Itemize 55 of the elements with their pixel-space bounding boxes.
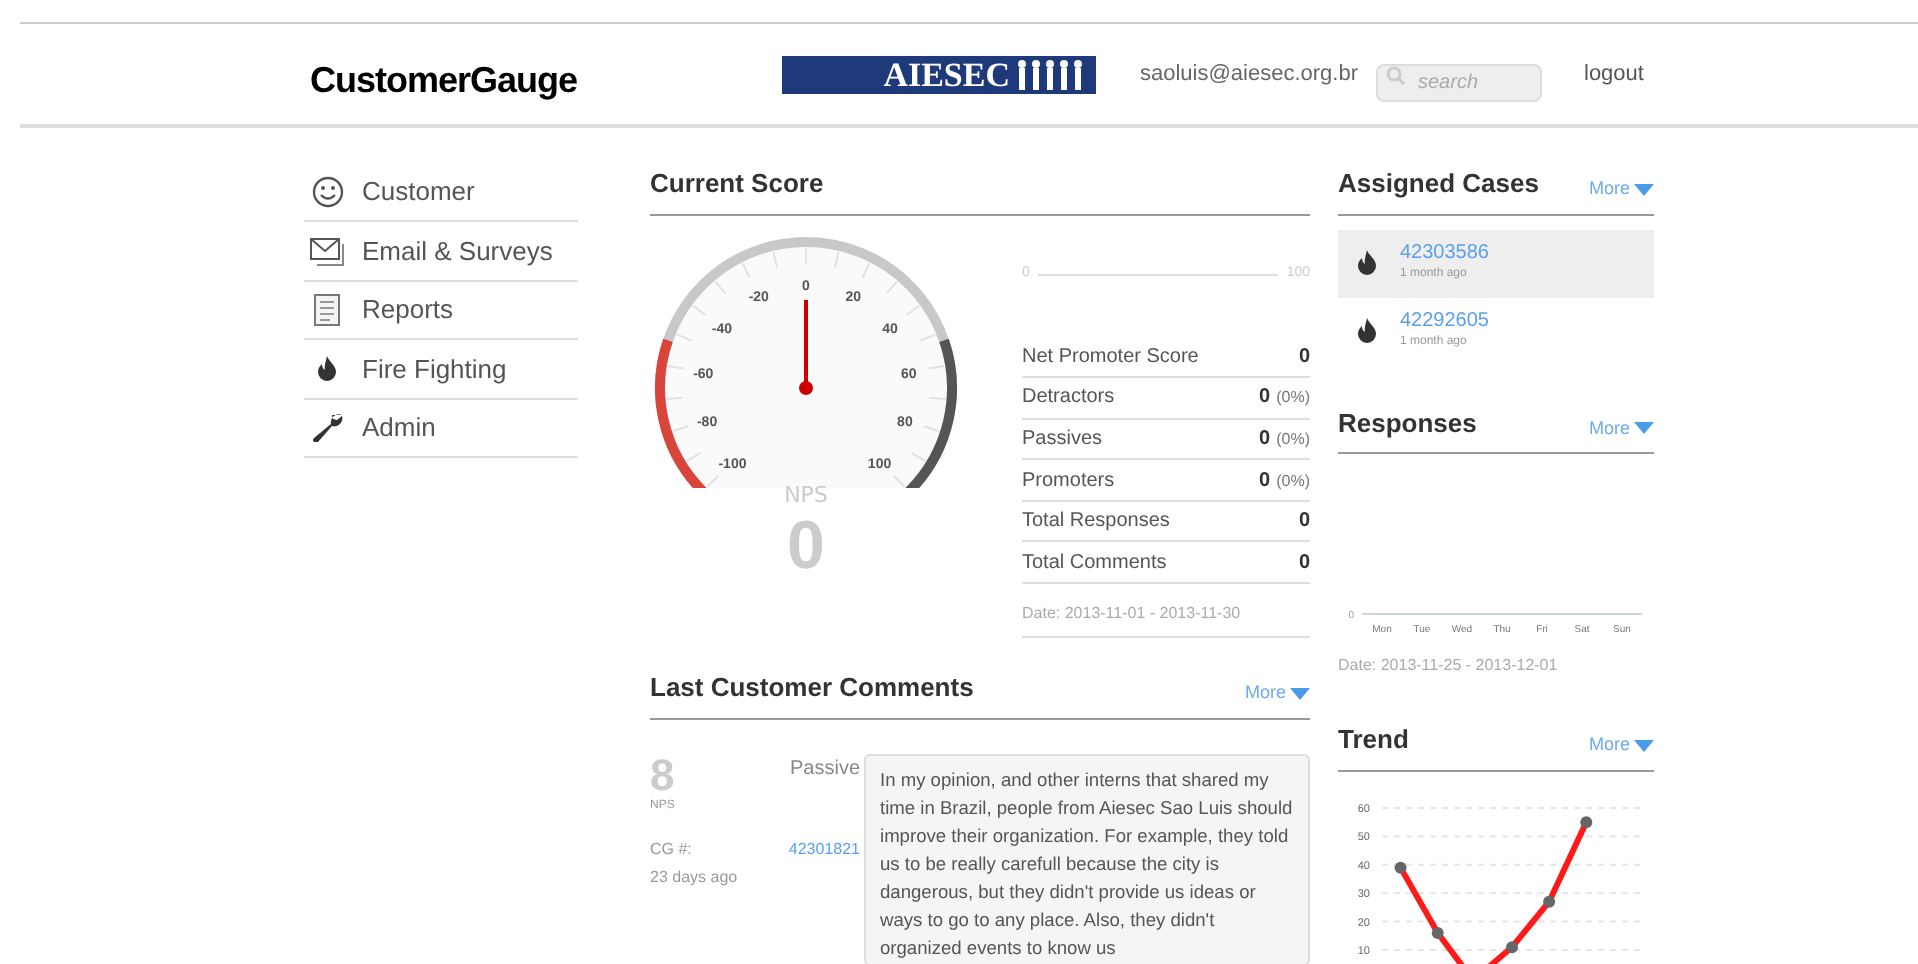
sidebar-item[interactable]: Customer xyxy=(304,164,578,223)
sidebar-item[interactable]: Admin xyxy=(304,399,578,458)
date-range: Date: 2013-11-25 - 2013-12-01 xyxy=(1338,654,1560,678)
stat-value: 0 xyxy=(1298,343,1310,372)
caret-icon xyxy=(1634,739,1654,752)
stat-label: Total Comments xyxy=(1022,549,1167,578)
user-email: saoluis@aiesec.org.br xyxy=(1140,59,1360,90)
date-range: Date: 2013-11-01 - 2013-11-30 xyxy=(1022,592,1310,639)
data-point xyxy=(1543,894,1556,907)
caret-icon xyxy=(1634,183,1654,196)
caret-icon xyxy=(1634,422,1654,435)
gauge-needle xyxy=(799,299,813,394)
flame-icon xyxy=(318,355,336,382)
stat-percent: (0%) xyxy=(1276,427,1310,452)
section-title: Trend xyxy=(1338,722,1409,758)
sidebar-item[interactable]: Reports xyxy=(304,281,578,341)
section-title: Responses xyxy=(1338,405,1477,442)
logo[interactable]: CustomerGauge xyxy=(310,53,782,107)
stat-value: 0 xyxy=(1259,467,1271,496)
document-icon xyxy=(314,293,340,326)
comment-category: Passive xyxy=(787,755,862,784)
data-point xyxy=(1580,815,1593,828)
sidebar-item[interactable]: Fire Fighting xyxy=(304,340,578,400)
stat-label: Net Promoter Score xyxy=(1022,343,1199,372)
case-number: 42292605 xyxy=(1400,310,1489,334)
comment-bubble: In my opinion, and other interns that shared my time in Brazil, people from Aiesec Sao Luis should improve their organization. For example, they told us to be really carefull because the city is dangerous, but they didn't provide us ideas or ways to go to any place. Also, they didn't organized events to know us xyxy=(864,753,1310,964)
stat-value: 0 xyxy=(1259,425,1271,454)
data-point xyxy=(1506,940,1518,953)
flame-icon xyxy=(1358,318,1376,344)
envelope-icon xyxy=(310,237,344,266)
cg-label: CG #: xyxy=(650,837,694,862)
section-title: Assigned Cases xyxy=(1338,166,1539,202)
stat-percent: (0%) xyxy=(1276,469,1310,494)
flame-icon xyxy=(1358,250,1376,276)
org-banner: AIESEC xyxy=(782,55,1096,93)
sidebar-item[interactable]: Email & Surveys xyxy=(304,222,578,282)
stat-value: 0 xyxy=(1259,384,1271,413)
stat-value: 0 xyxy=(1298,508,1310,537)
smiley-icon xyxy=(311,176,343,209)
stat-label: Passives xyxy=(1022,425,1103,454)
section-title: Last Customer Comments xyxy=(650,670,974,707)
data-point xyxy=(1431,925,1444,938)
comment-age: 23 days ago xyxy=(650,865,740,890)
stat-label: Promoters xyxy=(1022,467,1115,496)
stat-percent: (0%) xyxy=(1276,386,1310,411)
stat-label: Detractors xyxy=(1022,384,1115,413)
search-field[interactable]: search xyxy=(1376,63,1542,101)
caret-icon xyxy=(1290,687,1310,700)
logout-link[interactable]: logout xyxy=(1584,57,1644,91)
stat-value: 0 xyxy=(1298,549,1310,578)
section-title: Current Score xyxy=(650,164,1310,215)
stat-label: Total Responses xyxy=(1022,508,1170,537)
data-point xyxy=(1394,860,1407,873)
case-number: 42303586 xyxy=(1400,242,1489,266)
search-icon xyxy=(1386,65,1406,85)
